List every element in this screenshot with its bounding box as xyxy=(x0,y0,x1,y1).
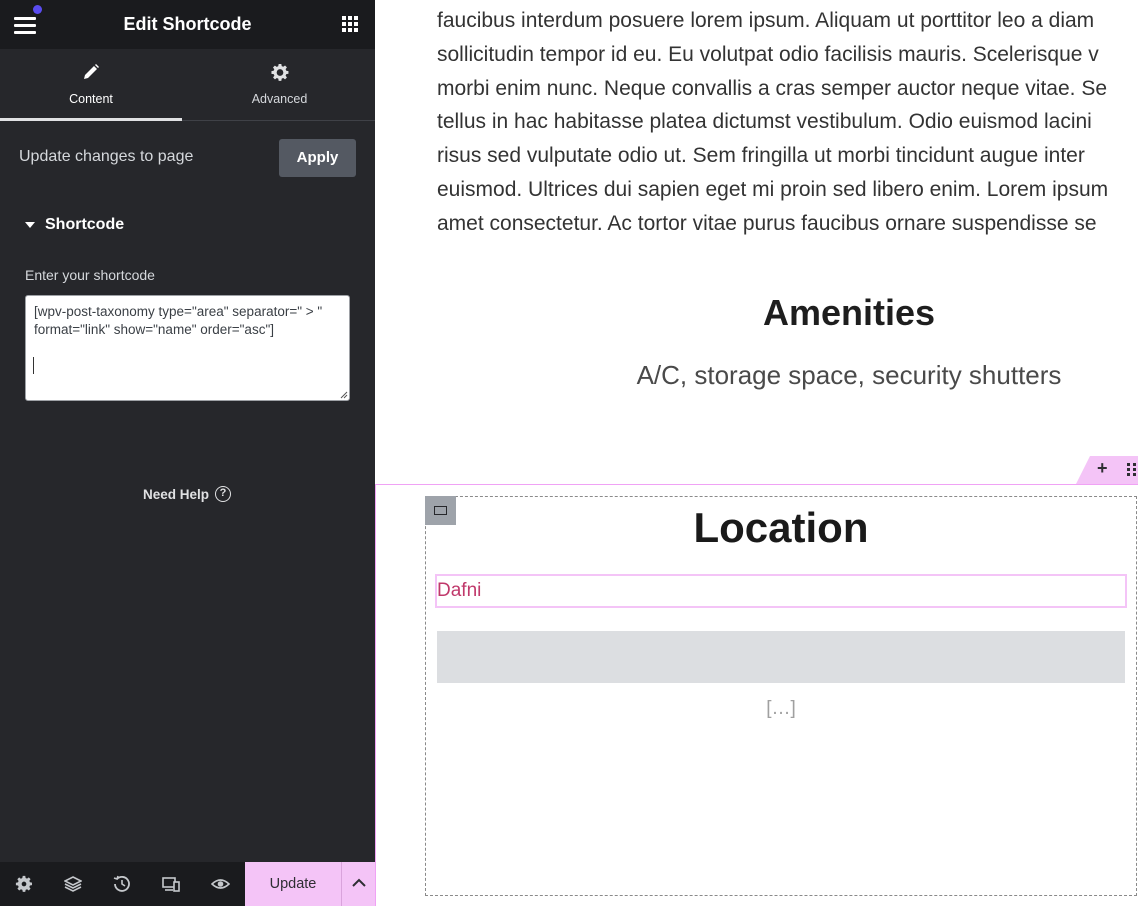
shortcode-field-label: Enter your shortcode xyxy=(25,267,155,283)
tab-advanced[interactable]: Advanced xyxy=(184,49,375,121)
panel-title: Edit Shortcode xyxy=(123,14,252,34)
update-button[interactable]: Update xyxy=(245,862,341,906)
notification-dot xyxy=(33,5,42,14)
tab-content[interactable]: Content xyxy=(0,49,182,121)
caret-down-icon xyxy=(25,222,35,228)
panel-header: Edit Shortcode xyxy=(0,0,375,49)
update-changes-label: Update changes to page xyxy=(19,148,194,165)
settings-icon[interactable] xyxy=(15,875,33,893)
text-line: sollicitudin tempor id eu. Eu volutpat o… xyxy=(437,42,1099,66)
amenities-heading: Amenities xyxy=(762,292,936,333)
shortcode-textarea[interactable] xyxy=(25,295,350,401)
preview-eye-icon[interactable] xyxy=(210,875,231,893)
apply-button[interactable]: Apply xyxy=(279,139,356,177)
amenities-text: A/C, storage space, security shutters xyxy=(636,360,1062,390)
body-text: faucibus interdum posuere lorem ipsum. A… xyxy=(437,4,1138,241)
resize-grip-icon[interactable] xyxy=(338,389,348,399)
pencil-icon xyxy=(82,63,100,86)
text-line: faucibus interdum posuere lorem ipsum. A… xyxy=(437,9,1095,32)
column-outline xyxy=(425,496,1137,896)
placeholder-block xyxy=(437,631,1125,683)
tab-content-label: Content xyxy=(69,92,113,106)
text-line: euismod. Ultrices dui sapien eget mi pro… xyxy=(437,177,1109,201)
text-line: tellus in hac habitasse platea dictumst … xyxy=(437,110,1092,134)
location-heading: Location xyxy=(693,504,869,551)
shortcode-widget-outline[interactable] xyxy=(435,574,1127,608)
gear-icon xyxy=(270,63,289,87)
text-line: risus sed vulputate odio ut. Sem fringil… xyxy=(437,144,1085,168)
apps-grid-icon[interactable] xyxy=(342,16,359,33)
text-line: amet consectetur. Ac tortor vitae purus … xyxy=(437,211,1097,235)
tab-advanced-label: Advanced xyxy=(251,92,308,106)
panel-tabs: Content Advanced xyxy=(0,49,375,121)
question-circle-icon: ? xyxy=(215,486,231,502)
section-title: Shortcode xyxy=(45,216,125,233)
panel-footer: Update xyxy=(0,862,375,906)
editor-panel: Edit Shortcode Content Advanced Update c… xyxy=(0,0,375,906)
section-outline xyxy=(375,484,1138,485)
text-cursor xyxy=(33,357,34,374)
history-icon[interactable] xyxy=(113,875,131,893)
add-section-icon[interactable]: + xyxy=(1097,458,1108,479)
need-help-label: Need Help xyxy=(143,487,210,502)
page-preview: faucibus interdum posuere lorem ipsum. A… xyxy=(375,0,1138,906)
chevron-up-icon xyxy=(352,878,366,887)
location-link[interactable]: Dafni xyxy=(437,580,481,602)
responsive-icon[interactable] xyxy=(162,875,180,893)
text-line: morbi enim nunc. Neque convallis a cras … xyxy=(437,76,1108,100)
excerpt-ellipsis: […] xyxy=(766,698,796,719)
layers-icon[interactable] xyxy=(63,875,83,893)
drag-section-icon[interactable] xyxy=(1127,463,1138,477)
update-options-button[interactable] xyxy=(341,862,375,906)
